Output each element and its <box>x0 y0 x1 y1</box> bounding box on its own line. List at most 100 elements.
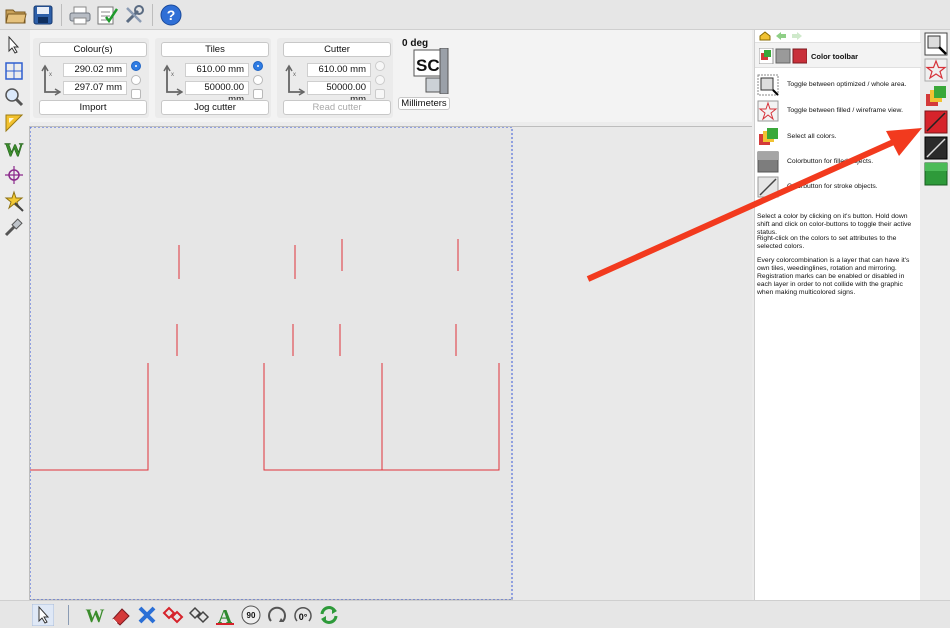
help-navigation <box>759 30 803 42</box>
help-title: Color toolbar <box>811 52 859 61</box>
svg-text:x: x <box>49 72 52 78</box>
tiles-radio[interactable] <box>253 75 263 85</box>
back-arrow-icon[interactable] <box>775 31 787 41</box>
green-fill-color-icon[interactable] <box>924 162 948 186</box>
help-row-stroke-color: Colorbutton for stroke objects. <box>757 176 921 198</box>
bottom-toolbar: W A 90 0° <box>0 600 950 628</box>
cutter-width-field[interactable]: 610.00 mm <box>307 63 371 77</box>
refresh-icon[interactable] <box>318 604 340 626</box>
select-all-colors-icon <box>759 128 778 145</box>
colours-checkbox[interactable] <box>131 89 141 99</box>
help-header: Color toolbar <box>755 42 921 68</box>
left-toolbar: W <box>0 30 28 600</box>
filled-color-button-icon <box>757 151 779 173</box>
black-stroke-color-icon[interactable] <box>924 136 948 160</box>
weed-icon[interactable]: W <box>84 604 106 626</box>
checklist-icon[interactable] <box>95 3 119 27</box>
colours-height-field[interactable]: 297.07 mm <box>63 81 127 95</box>
open-icon[interactable] <box>4 3 28 27</box>
units-button[interactable]: Millimeters <box>398 97 450 110</box>
eraser-icon[interactable] <box>110 604 132 626</box>
design-canvas[interactable] <box>29 126 752 601</box>
select-all-colors-icon[interactable] <box>924 84 948 108</box>
print-icon[interactable] <box>68 3 92 27</box>
colours-button[interactable]: Colour(s) <box>39 42 147 57</box>
jog-cutter-button[interactable]: Jog cutter <box>161 100 269 115</box>
colours-radio-selected[interactable] <box>131 61 141 71</box>
zoom-icon[interactable] <box>2 85 26 109</box>
ruler-icon[interactable] <box>2 111 26 135</box>
work-area <box>513 127 752 600</box>
read-cutter-button: Read cutter <box>283 100 391 115</box>
cutter-group: Cutter x 610.00 mm 50000.00 mm Read cutt… <box>277 38 393 118</box>
crosshair-icon[interactable] <box>2 163 26 187</box>
help-row-select-all: Select all colors. <box>757 126 921 148</box>
knife-icon[interactable] <box>2 215 26 239</box>
cutter-button[interactable]: Cutter <box>283 42 391 57</box>
toolbar-separator <box>68 605 69 625</box>
colours-radio[interactable] <box>131 75 141 85</box>
help-paragraph: Select a color by clicking on it's butto… <box>757 213 912 236</box>
tiles-button[interactable]: Tiles <box>161 42 269 57</box>
rotate-90-icon[interactable]: 90 <box>240 604 262 626</box>
axis-icon: x <box>41 64 61 96</box>
weed-icon[interactable]: W <box>2 137 26 161</box>
select-arrow-icon[interactable] <box>2 33 26 57</box>
text-icon[interactable]: A <box>214 604 236 626</box>
help-row-text: Colorbutton for filled objects. <box>787 158 874 165</box>
svg-text:x: x <box>171 72 174 78</box>
stroke-color-button-icon <box>757 176 779 198</box>
tiles-width-field[interactable]: 610.00 mm <box>185 63 249 77</box>
nodes-outline-icon[interactable] <box>188 604 210 626</box>
tools-icon[interactable] <box>122 3 146 27</box>
help-row-text: Toggle between filled / wireframe view. <box>787 107 903 114</box>
help-panel: Color toolbar Toggle between optimized /… <box>754 30 921 600</box>
cutter-radio <box>375 75 385 85</box>
cut-line <box>30 363 149 471</box>
svg-text:W: W <box>5 140 24 159</box>
help-row-text: Select all colors. <box>787 133 837 140</box>
tiles-radio-selected[interactable] <box>253 61 263 71</box>
color-toolbar-preview-icon <box>759 48 807 64</box>
filled-wireframe-icon[interactable] <box>924 58 948 82</box>
select-arrow-icon[interactable] <box>32 604 54 626</box>
canvas-drawing <box>30 127 752 601</box>
help-row-optimized: Toggle between optimized / whole area. <box>757 74 921 96</box>
save-icon[interactable] <box>31 3 55 27</box>
rotate-tool-icon[interactable] <box>266 604 288 626</box>
tiles-checkbox[interactable] <box>253 89 263 99</box>
rotate-0-icon[interactable]: 0° <box>292 604 314 626</box>
nodes-red-icon[interactable] <box>162 604 184 626</box>
import-button[interactable]: Import <box>39 100 147 115</box>
toolbar-separator <box>61 3 62 26</box>
svg-text:W: W <box>86 606 105 626</box>
cutter-height-field[interactable]: 50000.00 mm <box>307 81 371 105</box>
page-boundary <box>30 127 513 601</box>
svg-text:?: ? <box>167 7 176 23</box>
optimized-area-icon[interactable] <box>924 32 948 56</box>
colours-width-field[interactable]: 290.02 mm <box>63 63 127 77</box>
red-stroke-color-icon[interactable] <box>924 110 948 134</box>
help-icon[interactable]: ? <box>159 3 183 27</box>
svg-text:x: x <box>293 72 296 78</box>
help-row-text: Toggle between optimized / whole area. <box>787 81 907 88</box>
home-icon[interactable] <box>759 31 771 41</box>
forward-arrow-icon[interactable] <box>791 31 803 41</box>
axis-icon: x <box>285 64 305 96</box>
svg-text:90: 90 <box>247 611 256 620</box>
sc-cutter-logo-icon[interactable]: SC <box>412 48 450 94</box>
tiles-height-field[interactable]: 50000.00 mm <box>185 81 249 105</box>
help-row-filled: Toggle between filled / wireframe view. <box>757 100 921 122</box>
frame-select-icon[interactable] <box>2 59 26 83</box>
colours-group: Colour(s) x 290.02 mm 297.07 mm Import <box>33 38 149 118</box>
toolbar-separator <box>152 3 153 26</box>
star-magic-icon[interactable] <box>2 189 26 213</box>
tiles-group: Tiles x 610.00 mm 50000.00 mm Jog cutter <box>155 38 271 118</box>
star-wireframe-icon <box>757 100 779 122</box>
help-row-filled-color: Colorbutton for filled objects. <box>757 151 921 173</box>
settings-strip: Colour(s) x 290.02 mm 297.07 mm Import T… <box>30 30 752 122</box>
top-toolbar: ? <box>0 0 950 30</box>
delete-x-icon[interactable] <box>136 604 158 626</box>
help-paragraph: Every colorcombination is a layer that c… <box>757 257 910 296</box>
optimized-area-icon <box>757 74 779 96</box>
